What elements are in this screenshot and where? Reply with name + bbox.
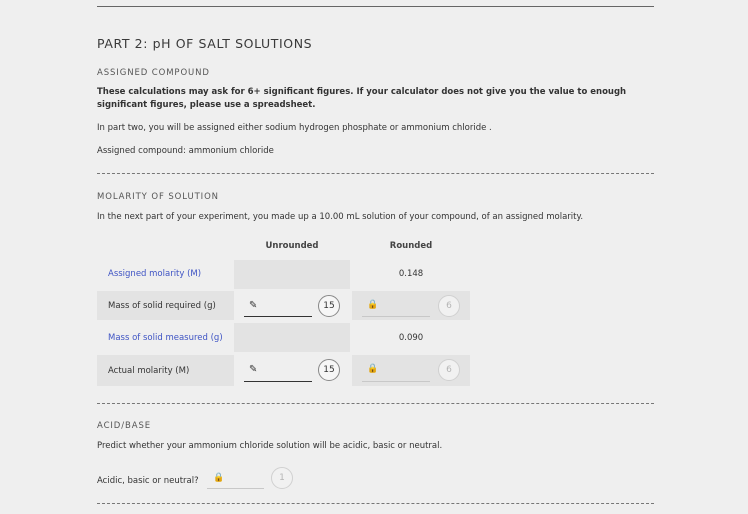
molarity-intro: In the next part of your experiment, you…: [97, 212, 584, 222]
section-divider: [97, 503, 654, 504]
cell-mass-measured-unrounded: [234, 323, 350, 352]
mass-measured-rounded-value: 0.090: [398, 333, 424, 343]
col-header-rounded: Rounded: [389, 241, 433, 251]
acid-base-intro: Predict whether your ammonium chloride s…: [97, 441, 443, 451]
acid-base-question-label: Acidic, basic or neutral?: [97, 476, 199, 486]
lock-icon: 🔒: [367, 300, 379, 310]
lock-icon: 🔒: [213, 473, 225, 483]
sig-figs-badge: 1: [271, 467, 293, 489]
cell-assigned-unrounded: [234, 260, 350, 289]
row-label-actual-molarity: Actual molarity (M): [108, 366, 190, 376]
section-divider: [97, 403, 654, 404]
sig-figs-note: These calculations may ask for 6+ signif…: [97, 87, 627, 110]
sig-figs-badge: 15: [318, 359, 340, 381]
section-divider: [97, 173, 654, 174]
assigned-compound-heading: ASSIGNED COMPOUND: [97, 68, 210, 78]
assigned-compound-text: Assigned compound: ammonium chloride: [97, 146, 274, 156]
pencil-icon: ✎: [249, 364, 258, 375]
sig-figs-badge: 15: [318, 295, 340, 317]
row-label-mass-required: Mass of solid required (g): [108, 301, 216, 311]
row-label-assigned-molarity[interactable]: Assigned molarity (M): [108, 269, 201, 279]
lock-icon: 🔒: [367, 364, 379, 374]
top-divider: [97, 6, 654, 7]
acid-base-input: [207, 488, 264, 489]
col-header-unrounded: Unrounded: [265, 241, 319, 251]
actual-molarity-rounded-input: [362, 381, 430, 382]
actual-molarity-unrounded-input[interactable]: [244, 381, 312, 382]
assigned-intro: In part two, you will be assigned either…: [97, 123, 492, 133]
pencil-icon: ✎: [249, 300, 258, 311]
mass-required-unrounded-input[interactable]: [244, 316, 312, 317]
part-title: PART 2: pH OF SALT SOLUTIONS: [97, 36, 313, 51]
molarity-heading: MOLARITY OF SOLUTION: [97, 192, 219, 202]
mass-required-rounded-input: [362, 316, 430, 317]
acid-base-heading: ACID/BASE: [97, 421, 152, 431]
row-label-mass-measured[interactable]: Mass of solid measured (g): [108, 333, 223, 343]
sig-figs-badge: 6: [438, 359, 460, 381]
assigned-molarity-rounded-value: 0.148: [398, 269, 424, 279]
sig-figs-badge: 6: [438, 295, 460, 317]
